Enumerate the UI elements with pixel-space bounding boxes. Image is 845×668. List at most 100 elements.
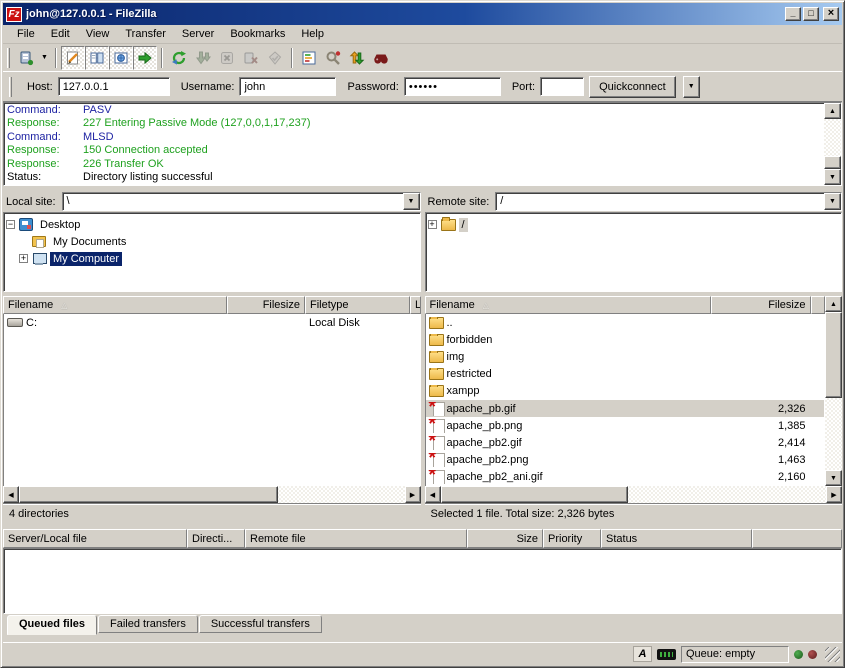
local-column-filetype[interactable]: Filetype xyxy=(305,296,410,314)
collapse-icon[interactable]: − xyxy=(6,220,15,229)
tree-item-my-computer[interactable]: + My Computer xyxy=(6,250,418,267)
local-site-combo[interactable]: \ ▼ xyxy=(62,192,421,211)
local-column-filename[interactable]: Filename △ xyxy=(3,296,227,314)
remote-horizontal-scrollbar[interactable]: ◀ ▶ xyxy=(425,486,843,503)
scroll-left-icon[interactable]: ◀ xyxy=(425,486,441,503)
toolbar-gripper[interactable] xyxy=(7,48,10,68)
remote-vscroll-track[interactable] xyxy=(825,398,842,470)
scroll-down-icon[interactable]: ▼ xyxy=(824,169,841,185)
maximize-button[interactable]: □ xyxy=(803,7,819,21)
remote-hscroll-track[interactable] xyxy=(628,486,826,503)
remote-file-list[interactable]: .. forbidden img restricted xyxy=(425,314,826,486)
scroll-up-icon[interactable]: ▲ xyxy=(824,103,841,119)
process-queue-button[interactable] xyxy=(191,46,215,70)
log-line: Response:226 Transfer OK xyxy=(7,158,824,171)
refresh-button[interactable] xyxy=(167,46,191,70)
queue-column-priority[interactable]: Priority xyxy=(543,529,601,548)
quickconnect-gripper[interactable] xyxy=(9,77,12,97)
remote-column-filesize[interactable]: Filesize xyxy=(711,296,811,314)
local-file-list[interactable]: C: Local Disk xyxy=(3,314,421,486)
queue-column-remote-file[interactable]: Remote file xyxy=(245,529,467,548)
quickconnect-dropdown[interactable]: ▼ xyxy=(683,76,700,98)
site-manager-dropdown[interactable]: ▼ xyxy=(38,47,51,69)
queue-list[interactable] xyxy=(3,548,842,614)
scroll-right-icon[interactable]: ▶ xyxy=(826,486,842,503)
expand-icon[interactable]: + xyxy=(19,254,28,263)
remote-file-row[interactable]: img xyxy=(426,348,825,365)
toggle-remote-tree-button[interactable] xyxy=(109,46,133,70)
quickconnect-button[interactable]: Quickconnect xyxy=(589,76,676,98)
menu-file[interactable]: File xyxy=(9,26,43,42)
tab-successful-transfers[interactable]: Successful transfers xyxy=(199,615,322,633)
disconnect-button[interactable] xyxy=(239,46,263,70)
resize-grip[interactable] xyxy=(825,647,840,662)
password-input[interactable] xyxy=(404,77,501,96)
toggle-transfer-queue-button[interactable] xyxy=(133,46,157,70)
remote-hscroll-thumb[interactable] xyxy=(441,486,629,503)
transfer-type-icon[interactable]: A xyxy=(633,646,652,662)
expand-icon[interactable]: + xyxy=(428,220,437,229)
toggle-message-log-button[interactable] xyxy=(61,46,85,70)
host-input[interactable] xyxy=(58,77,170,96)
tree-item-my-documents[interactable]: My Documents xyxy=(6,233,418,250)
scroll-left-icon[interactable]: ◀ xyxy=(3,486,19,503)
minimize-button[interactable]: _ xyxy=(785,7,801,21)
chevron-down-icon[interactable]: ▼ xyxy=(403,193,420,210)
menu-bookmarks[interactable]: Bookmarks xyxy=(222,26,293,42)
port-input[interactable] xyxy=(540,77,584,96)
remote-vertical-scrollbar[interactable]: ▲ ▼ xyxy=(825,296,842,486)
menu-transfer[interactable]: Transfer xyxy=(117,26,174,42)
remote-column-filename[interactable]: Filename △ xyxy=(425,296,711,314)
queue-column-status[interactable]: Status xyxy=(601,529,752,548)
remote-file-row[interactable]: *apache_pb2.gif 2,414 xyxy=(426,434,825,451)
scroll-down-icon[interactable]: ▼ xyxy=(825,470,842,486)
chevron-down-icon[interactable]: ▼ xyxy=(824,193,841,210)
log-scrollbar[interactable]: ▲ ▼ xyxy=(824,103,841,185)
queue-column-server-local-file[interactable]: Server/Local file xyxy=(3,529,187,548)
username-input[interactable] xyxy=(239,77,336,96)
remote-file-row-selected[interactable]: *apache_pb.gif 2,326 xyxy=(426,400,825,417)
remote-file-row[interactable]: xampp xyxy=(426,383,825,400)
log-scroll-track[interactable] xyxy=(824,119,841,156)
synchronized-browsing-button[interactable] xyxy=(345,46,369,70)
tree-item-root[interactable]: + / xyxy=(428,216,840,233)
tab-queued-files[interactable]: Queued files xyxy=(7,615,97,635)
remote-file-row[interactable]: restricted xyxy=(426,366,825,383)
local-hscroll-track[interactable] xyxy=(278,486,405,503)
queue-column-size[interactable]: Size xyxy=(467,529,543,548)
remote-site-combo[interactable]: / ▼ xyxy=(495,192,842,211)
menu-help[interactable]: Help xyxy=(293,26,332,42)
menu-server[interactable]: Server xyxy=(174,26,222,42)
local-horizontal-scrollbar[interactable]: ◀ ▶ xyxy=(3,486,421,503)
directory-filters-button[interactable] xyxy=(297,46,321,70)
queue-column-direction[interactable]: Directi... xyxy=(187,529,245,548)
find-files-button[interactable] xyxy=(369,46,393,70)
scroll-right-icon[interactable]: ▶ xyxy=(405,486,421,503)
reconnect-button[interactable] xyxy=(263,46,287,70)
local-column-last-modified[interactable]: L xyxy=(410,296,421,314)
log-scroll-thumb[interactable] xyxy=(824,156,841,169)
remote-vscroll-thumb[interactable] xyxy=(825,312,842,398)
speed-limit-icon[interactable] xyxy=(657,649,676,660)
remote-file-row[interactable]: .. xyxy=(426,314,825,331)
site-manager-button[interactable] xyxy=(14,46,38,70)
remote-file-row[interactable]: *apache_pb2.png 1,463 xyxy=(426,452,825,469)
local-hscroll-thumb[interactable] xyxy=(19,486,278,503)
remote-file-row[interactable]: *apache_pb2_ani.gif 2,160 xyxy=(426,469,825,486)
filezilla-app-icon: Fz xyxy=(6,7,22,22)
remote-file-row[interactable]: *apache_pb.png 1,385 xyxy=(426,417,825,434)
cancel-operation-button[interactable] xyxy=(215,46,239,70)
tree-item-desktop[interactable]: − Desktop xyxy=(6,216,418,233)
menu-edit[interactable]: Edit xyxy=(43,26,78,42)
local-tree: − Desktop My Documents + My Computer xyxy=(3,212,421,292)
local-column-filesize[interactable]: Filesize xyxy=(227,296,305,314)
toggle-local-tree-button[interactable] xyxy=(85,46,109,70)
tab-failed-transfers[interactable]: Failed transfers xyxy=(98,615,198,633)
remote-file-row[interactable]: forbidden xyxy=(426,331,825,348)
close-button[interactable]: × xyxy=(823,7,839,21)
menu-view[interactable]: View xyxy=(78,26,118,42)
title-bar[interactable]: Fz john@127.0.0.1 - FileZilla _ □ × xyxy=(3,3,842,25)
local-file-row[interactable]: C: Local Disk xyxy=(4,314,420,331)
directory-comparison-button[interactable] xyxy=(321,46,345,70)
scroll-up-icon[interactable]: ▲ xyxy=(825,296,842,312)
